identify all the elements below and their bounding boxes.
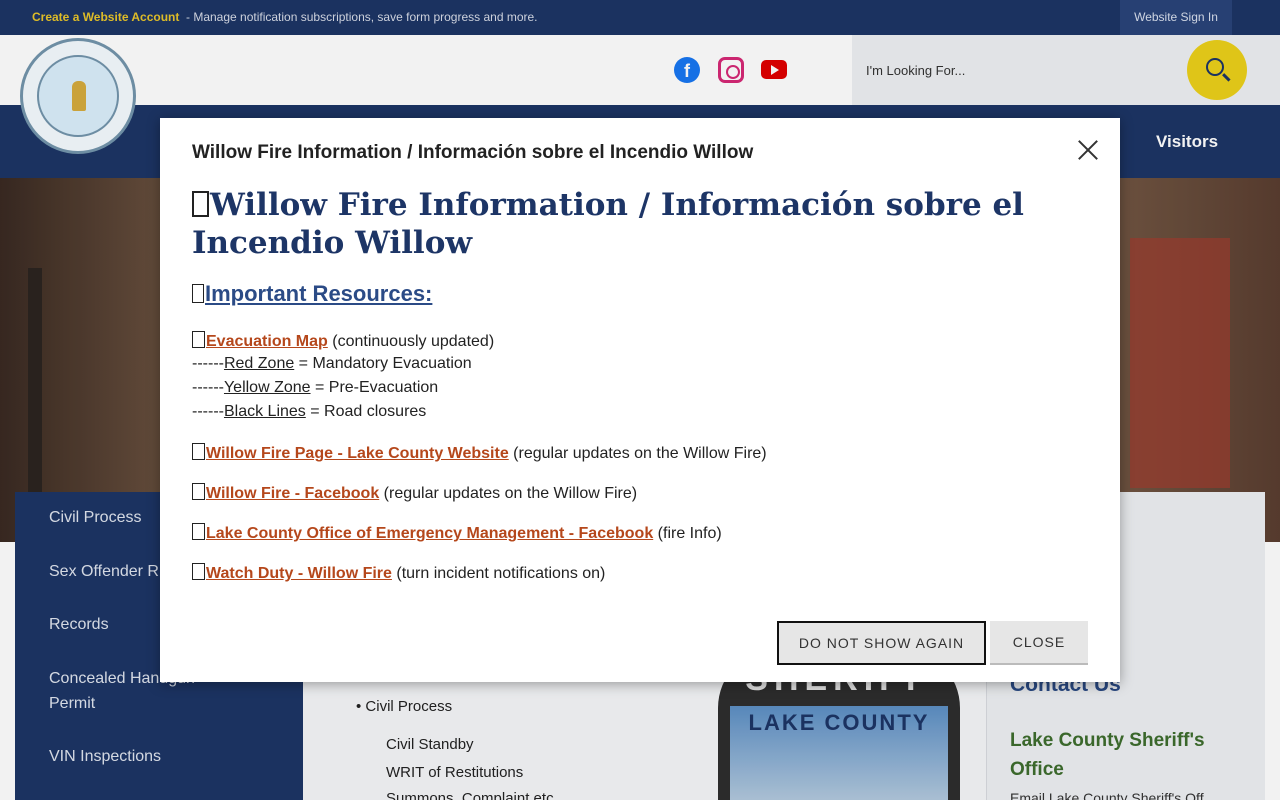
do-not-show-again-button[interactable]: DO NOT SHOW AGAIN [777,621,986,665]
modal-heading-text: Willow Fire Information / Información so… [192,187,1024,261]
evacuation-map-note: (continuously updated) [327,333,495,350]
zone-label-red: Red Zone [223,355,295,372]
close-icon[interactable] [1077,139,1099,161]
evacuation-map-link[interactable]: Evacuation Map [206,333,328,350]
zone-line-red: ------Red Zone = Mandatory Evacuation [192,355,472,373]
missing-glyph-icon [192,443,205,460]
zone-meaning-yellow: = Pre-Evacuation [310,379,439,396]
missing-glyph-icon [192,191,209,217]
close-button[interactable]: CLOSE [990,621,1088,665]
missing-glyph-icon [192,284,204,303]
zone-label-black: Black Lines [223,403,306,420]
willow-fire-modal: Willow Fire Information / Información so… [160,118,1120,682]
resource-note: (regular updates on the Willow Fire) [508,445,767,462]
zone-meaning-black: = Road closures [305,403,427,420]
zone-prefix: ------ [192,355,224,372]
zone-prefix: ------ [192,403,224,420]
willow-fire-page-link[interactable]: Willow Fire Page - Lake County Website [206,445,509,462]
zone-meaning-red: = Mandatory Evacuation [294,355,472,372]
watch-duty-link[interactable]: Watch Duty - Willow Fire [206,565,392,582]
resource-line: Lake County Office of Emergency Manageme… [192,523,722,543]
oem-facebook-link[interactable]: Lake County Office of Emergency Manageme… [206,525,653,542]
resource-note: (regular updates on the Willow Fire) [379,485,638,502]
zone-line-black: ------Black Lines = Road closures [192,403,426,421]
resource-note: (fire Info) [653,525,722,542]
missing-glyph-icon [192,523,205,540]
resource-line: Willow Fire Page - Lake County Website (… [192,443,767,463]
seal-miner-figure [72,81,86,111]
evacuation-map-line: Evacuation Map (continuously updated) [192,331,494,351]
modal-heading: Willow Fire Information / Información so… [192,186,1082,262]
missing-glyph-icon [192,331,205,348]
missing-glyph-icon [192,483,205,500]
missing-glyph-icon [192,563,205,580]
resource-line: Watch Duty - Willow Fire (turn incident … [192,563,605,583]
modal-title: Willow Fire Information / Información so… [192,142,754,163]
resource-note: (turn incident notifications on) [391,565,606,582]
resource-line: Willow Fire - Facebook (regular updates … [192,483,637,503]
willow-fire-facebook-link[interactable]: Willow Fire - Facebook [206,485,379,502]
important-resources-text: Important Resources: [205,281,433,306]
county-seal-logo[interactable] [20,38,136,154]
important-resources-heading: Important Resources: [192,281,432,307]
zone-line-yellow: ------Yellow Zone = Pre-Evacuation [192,379,438,397]
zone-prefix: ------ [192,379,224,396]
zone-label-yellow: Yellow Zone [223,379,311,396]
